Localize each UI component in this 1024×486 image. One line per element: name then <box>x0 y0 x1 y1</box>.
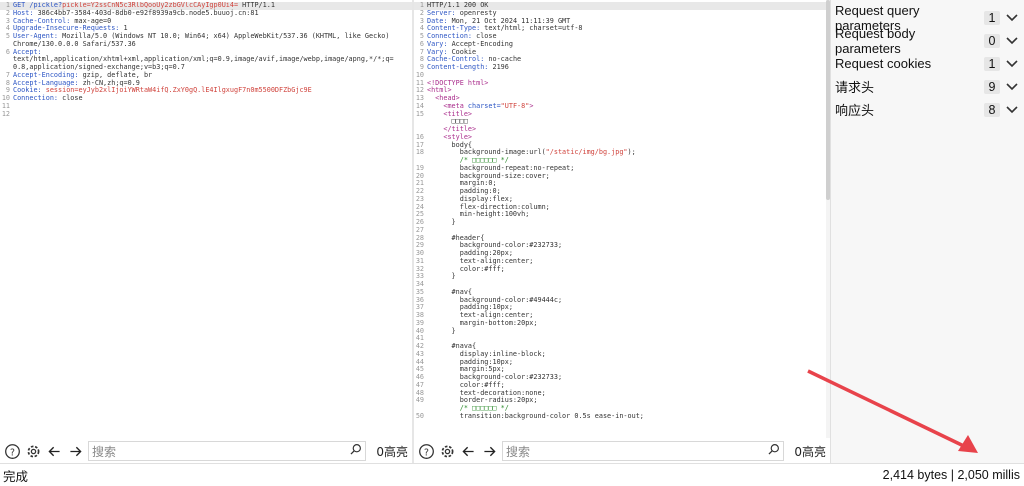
chevron-down-icon[interactable] <box>1006 13 1020 22</box>
status-text: 完成 <box>3 469 29 484</box>
code-line[interactable]: 50 transition:background-color 0.5s ease… <box>414 411 830 421</box>
response-size-timing: 2,414 bytes | 2,050 millis <box>882 468 1020 482</box>
code-line[interactable]: 26 } <box>414 218 830 227</box>
code-line[interactable]: 10 Connection: close <box>0 94 412 103</box>
inspector-row-label: Request body parameters <box>835 25 916 56</box>
code-line[interactable]: 15 <title> <box>414 109 830 119</box>
help-icon[interactable]: ? <box>3 442 21 460</box>
line-number: 12 <box>1 109 10 118</box>
help-icon[interactable]: ? <box>417 442 435 460</box>
inspector-row-label: 响应头 <box>835 103 875 118</box>
inspector-row-label: Request cookies <box>835 56 932 71</box>
line-text: Content-Length: 2196 <box>427 63 509 71</box>
line-text: } <box>427 326 456 335</box>
code-line[interactable]: 16 <style> <box>414 133 830 142</box>
inspector-row-cookies[interactable]: Request cookies 1 <box>831 52 1024 75</box>
inspector-row-body-params[interactable]: Request body parameters 0 <box>831 26 1024 56</box>
inspector-row-label: 请求头 <box>835 80 875 95</box>
code-line[interactable]: 14 <meta charset="UTF-8"> <box>414 102 830 111</box>
back-arrow-icon[interactable] <box>459 442 477 460</box>
search-icon[interactable] <box>349 443 362 459</box>
search-icon[interactable] <box>767 443 780 459</box>
back-arrow-icon[interactable] <box>45 442 63 460</box>
chevron-down-icon[interactable] <box>1006 59 1020 68</box>
code-line[interactable]: 25 min-height:100vh; <box>414 210 830 219</box>
inspector-row-count: 1 <box>984 56 1000 71</box>
request-editor-pane[interactable]: 1 GET /pickle?pickle=Y2ssCnN5c3RlbQooUy2z… <box>0 0 412 438</box>
line-number: 49 <box>415 396 424 405</box>
code-line[interactable]: 9 Content-Length: 2196 <box>414 63 830 72</box>
code-line[interactable]: 41 <box>414 334 830 343</box>
settings-gear-icon[interactable] <box>438 442 456 460</box>
response-search-toolbar: ? 搜索 0高亮 <box>414 440 830 462</box>
request-search-input[interactable]: 搜索 <box>88 441 367 461</box>
inspector-row-count: 8 <box>984 102 1000 117</box>
request-editor[interactable]: 1 GET /pickle?pickle=Y2ssCnN5c3RlbQooUy2z… <box>0 2 412 438</box>
code-line[interactable]: 32 color:#fff; <box>414 265 830 274</box>
code-line[interactable]: 39 margin-bottom:20px; <box>414 319 830 328</box>
inspector-row-response-headers[interactable]: 响应头 8 <box>831 98 1024 121</box>
code-line[interactable]: 0 </title> <box>414 125 830 134</box>
status-bar: 完成 2,414 bytes | 2,050 millis <box>0 463 1024 486</box>
svg-text:?: ? <box>424 447 429 458</box>
search-placeholder: 搜索 <box>506 444 531 459</box>
forward-arrow-icon[interactable] <box>480 442 498 460</box>
code-line[interactable]: 0 □□□□ <box>414 117 830 126</box>
line-text: } <box>427 218 456 226</box>
code-line[interactable]: 34 <box>414 280 830 289</box>
chevron-down-icon[interactable] <box>1006 36 1020 45</box>
line-number: 50 <box>415 411 424 420</box>
line-text: transition:background-color 0.5s ease-in… <box>427 411 644 420</box>
code-line[interactable]: 40 } <box>414 326 830 336</box>
response-editor-pane[interactable]: 1 HTTP/1.1 200 OK 2 Server: openresty 3 Date:… <box>414 0 830 438</box>
code-line[interactable]: 33 } <box>414 272 830 281</box>
highlight-count: 0高亮 <box>376 444 408 459</box>
inspector-row-count: 0 <box>984 33 1000 48</box>
annotation-arrow <box>807 369 978 453</box>
code-line[interactable]: 12 <html> <box>414 86 830 95</box>
code-line[interactable]: 11 <box>0 102 412 111</box>
search-placeholder: 搜索 <box>92 444 117 459</box>
svg-text:?: ? <box>10 447 15 458</box>
line-number: 5 <box>5 32 10 40</box>
code-line[interactable]: 6 Vary: Accept-Encoding <box>414 40 830 49</box>
line-text: Connection: close <box>13 94 83 102</box>
line-number: 18 <box>415 148 424 157</box>
chevron-down-icon[interactable] <box>1006 105 1020 114</box>
line-text: } <box>427 272 456 281</box>
forward-arrow-icon[interactable] <box>66 442 84 460</box>
request-search-toolbar: ? 搜索 0高亮 <box>0 440 412 462</box>
line-number: 6 <box>5 47 10 56</box>
line-number: 15 <box>415 109 424 118</box>
code-line[interactable]: 12 <box>0 109 412 119</box>
code-line[interactable]: 11 <!DOCTYPE html> <box>414 79 830 88</box>
code-line[interactable]: 0Chrome/130.0.0.0 Safari/537.36 <box>0 40 412 49</box>
inspector-row-count: 9 <box>984 79 1000 94</box>
response-search-input[interactable]: 搜索 <box>502 441 785 461</box>
inspector-row-request-headers[interactable]: 请求头 9 <box>831 75 1024 98</box>
settings-gear-icon[interactable] <box>24 442 42 460</box>
chevron-down-icon[interactable] <box>1006 82 1020 91</box>
response-editor[interactable]: 1 HTTP/1.1 200 OK 2 Server: openresty 3 Date:… <box>414 2 830 438</box>
inspector-row-count: 1 <box>984 10 1000 25</box>
